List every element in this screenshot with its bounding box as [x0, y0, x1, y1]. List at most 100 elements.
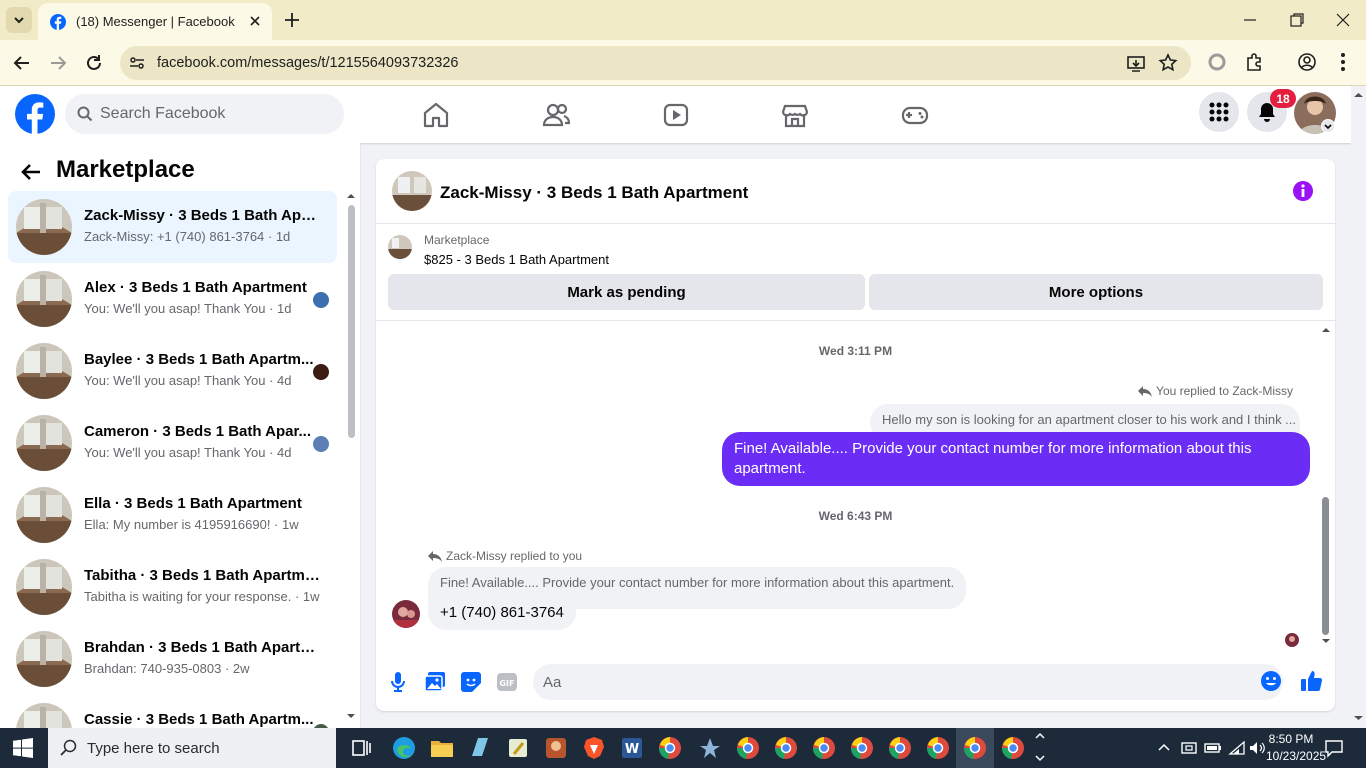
- conversation-item[interactable]: Cameron · 3 Beds 1 Bath Apar... You: We'l…: [8, 407, 337, 479]
- search-input[interactable]: [100, 94, 330, 134]
- thumbs-up-icon[interactable]: [1300, 669, 1324, 693]
- tab-search-button[interactable]: [6, 7, 32, 33]
- taskbar-search[interactable]: Type here to search: [48, 728, 336, 768]
- back-arrow-icon[interactable]: [12, 53, 32, 73]
- bookmark-star-icon[interactable]: [1158, 53, 1178, 73]
- listing-title[interactable]: $825 - 3 Beds 1 Bath Apartment: [424, 252, 609, 267]
- facebook-search[interactable]: [65, 94, 344, 134]
- windows-start-icon[interactable]: [13, 738, 33, 758]
- chrome-icon[interactable]: [1001, 736, 1025, 760]
- message-input[interactable]: [533, 664, 1283, 700]
- wifi-icon[interactable]: [1228, 740, 1246, 756]
- menu-button[interactable]: [1199, 92, 1239, 132]
- scroll-down-arrow-icon[interactable]: [345, 711, 357, 721]
- scroll-down-arrow-icon[interactable]: [1320, 636, 1332, 646]
- chat-title[interactable]: Zack-Missy · 3 Beds 1 Bath Apartment: [440, 183, 748, 203]
- emoji-icon[interactable]: [1260, 670, 1282, 692]
- info-icon[interactable]: [1292, 180, 1314, 202]
- conversation-name: Zack-Missy · 3 Beds 1 Bath Apart...: [84, 207, 320, 224]
- chrome-icon[interactable]: [963, 736, 987, 760]
- app-icon[interactable]: [698, 736, 722, 760]
- conversation-item[interactable]: Baylee · 3 Beds 1 Bath Apartm... You: We'…: [8, 335, 337, 407]
- notepad-icon[interactable]: [506, 736, 530, 760]
- conversation-item[interactable]: Alex · 3 Beds 1 Bath Apartment You: We'll…: [8, 263, 337, 335]
- extensions-puzzle-icon[interactable]: [1244, 52, 1264, 72]
- close-tab-icon[interactable]: [248, 14, 262, 28]
- marketplace-icon[interactable]: [780, 100, 810, 130]
- chrome-icon[interactable]: [774, 736, 798, 760]
- restore-icon[interactable]: [1289, 12, 1305, 28]
- scrollbar-thumb[interactable]: [1322, 497, 1329, 635]
- scroll-up-arrow-icon[interactable]: [1351, 89, 1366, 101]
- scroll-down-arrow-icon[interactable]: [1351, 712, 1366, 724]
- clock-time: 8:50 PM: [1268, 732, 1314, 746]
- outgoing-message-bubble[interactable]: Fine! Available.... Provide your contact…: [722, 432, 1310, 486]
- close-window-icon[interactable]: [1335, 12, 1351, 28]
- back-arrow-icon[interactable]: [20, 162, 42, 182]
- app-icon[interactable]: [468, 736, 492, 760]
- install-app-icon[interactable]: [1126, 54, 1146, 74]
- minimize-icon[interactable]: [1242, 12, 1258, 28]
- scroll-up-arrow-icon[interactable]: [345, 191, 357, 201]
- incoming-message-bubble[interactable]: +1 (740) 861-3764: [428, 594, 576, 630]
- microphone-icon[interactable]: [389, 671, 407, 693]
- edge-icon[interactable]: [392, 736, 416, 760]
- sticker-icon[interactable]: [460, 671, 482, 693]
- conversation-list-scrollbar[interactable]: [345, 191, 357, 721]
- chevron-up-icon[interactable]: [1034, 730, 1046, 742]
- game-app-icon[interactable]: [544, 736, 568, 760]
- conversation-item[interactable]: Cassie · 3 Beds 1 Bath Apartm...: [8, 695, 337, 728]
- mark-as-pending-button[interactable]: Mark as pending: [388, 274, 865, 310]
- chevron-down-icon[interactable]: [1034, 752, 1046, 764]
- friends-icon[interactable]: [541, 100, 571, 130]
- account-menu-caret[interactable]: [1321, 119, 1335, 133]
- chrome-icon[interactable]: [736, 736, 760, 760]
- brave-icon[interactable]: [582, 736, 606, 760]
- photo-icon[interactable]: [424, 671, 446, 693]
- listing-avatar[interactable]: [392, 171, 432, 211]
- file-explorer-icon[interactable]: [430, 736, 454, 760]
- task-view-icon[interactable]: [350, 736, 374, 760]
- chrome-profile-icon[interactable]: [1297, 52, 1317, 72]
- listing-thumbnail: [16, 415, 72, 471]
- chrome-menu-icon[interactable]: [1336, 52, 1350, 72]
- sender-avatar[interactable]: [392, 600, 420, 628]
- volume-icon[interactable]: [1249, 740, 1265, 756]
- taskbar-overflow-scroll[interactable]: [1034, 730, 1046, 766]
- gif-icon[interactable]: GIF: [496, 671, 518, 693]
- gaming-icon[interactable]: [900, 100, 930, 130]
- listing-thumbnail[interactable]: [388, 235, 412, 259]
- message-scrollbar[interactable]: [1320, 325, 1332, 647]
- chrome-icon[interactable]: [812, 736, 836, 760]
- notification-center-icon[interactable]: [1324, 738, 1344, 758]
- chrome-icon[interactable]: [926, 736, 950, 760]
- system-clock[interactable]: 8:50 PM 10/23/2025: [1266, 731, 1326, 765]
- conversation-item[interactable]: Brahdan · 3 Beds 1 Bath Apartm... Brahdan…: [8, 623, 337, 695]
- battery-icon[interactable]: [1204, 740, 1222, 756]
- show-hidden-icons-icon[interactable]: [1157, 741, 1171, 755]
- chrome-profile-app-icon[interactable]: [658, 736, 682, 760]
- chrome-icon[interactable]: [850, 736, 874, 760]
- search-icon: [77, 106, 93, 122]
- home-icon[interactable]: [421, 100, 451, 130]
- facebook-logo-icon[interactable]: [15, 94, 55, 134]
- forward-arrow-icon[interactable]: [48, 53, 68, 73]
- conversation-item[interactable]: Zack-Missy · 3 Beds 1 Bath Apart... Zack-…: [8, 191, 337, 263]
- scroll-up-arrow-icon[interactable]: [1320, 325, 1332, 335]
- word-icon[interactable]: W: [620, 736, 644, 760]
- page-scrollbar[interactable]: [1351, 86, 1366, 728]
- site-info-icon[interactable]: [128, 54, 146, 72]
- conversation-item[interactable]: Tabitha · 3 Beds 1 Bath Apartment Tabitha…: [8, 551, 337, 623]
- extension-record-icon[interactable]: [1208, 53, 1226, 71]
- browser-tab[interactable]: (18) Messenger | Facebook: [38, 3, 272, 40]
- more-options-button[interactable]: More options: [869, 274, 1323, 310]
- meet-now-icon[interactable]: [1181, 740, 1197, 756]
- chrome-icon[interactable]: [888, 736, 912, 760]
- reply-arrow-icon: [1138, 386, 1153, 397]
- address-bar[interactable]: facebook.com/messages/t/1215564093732326: [120, 46, 1191, 80]
- reload-icon[interactable]: [84, 53, 104, 73]
- new-tab-icon[interactable]: [283, 11, 301, 29]
- scrollbar-thumb[interactable]: [348, 205, 355, 438]
- conversation-item[interactable]: Ella · 3 Beds 1 Bath Apartment Ella: My n…: [8, 479, 337, 551]
- video-icon[interactable]: [661, 100, 691, 130]
